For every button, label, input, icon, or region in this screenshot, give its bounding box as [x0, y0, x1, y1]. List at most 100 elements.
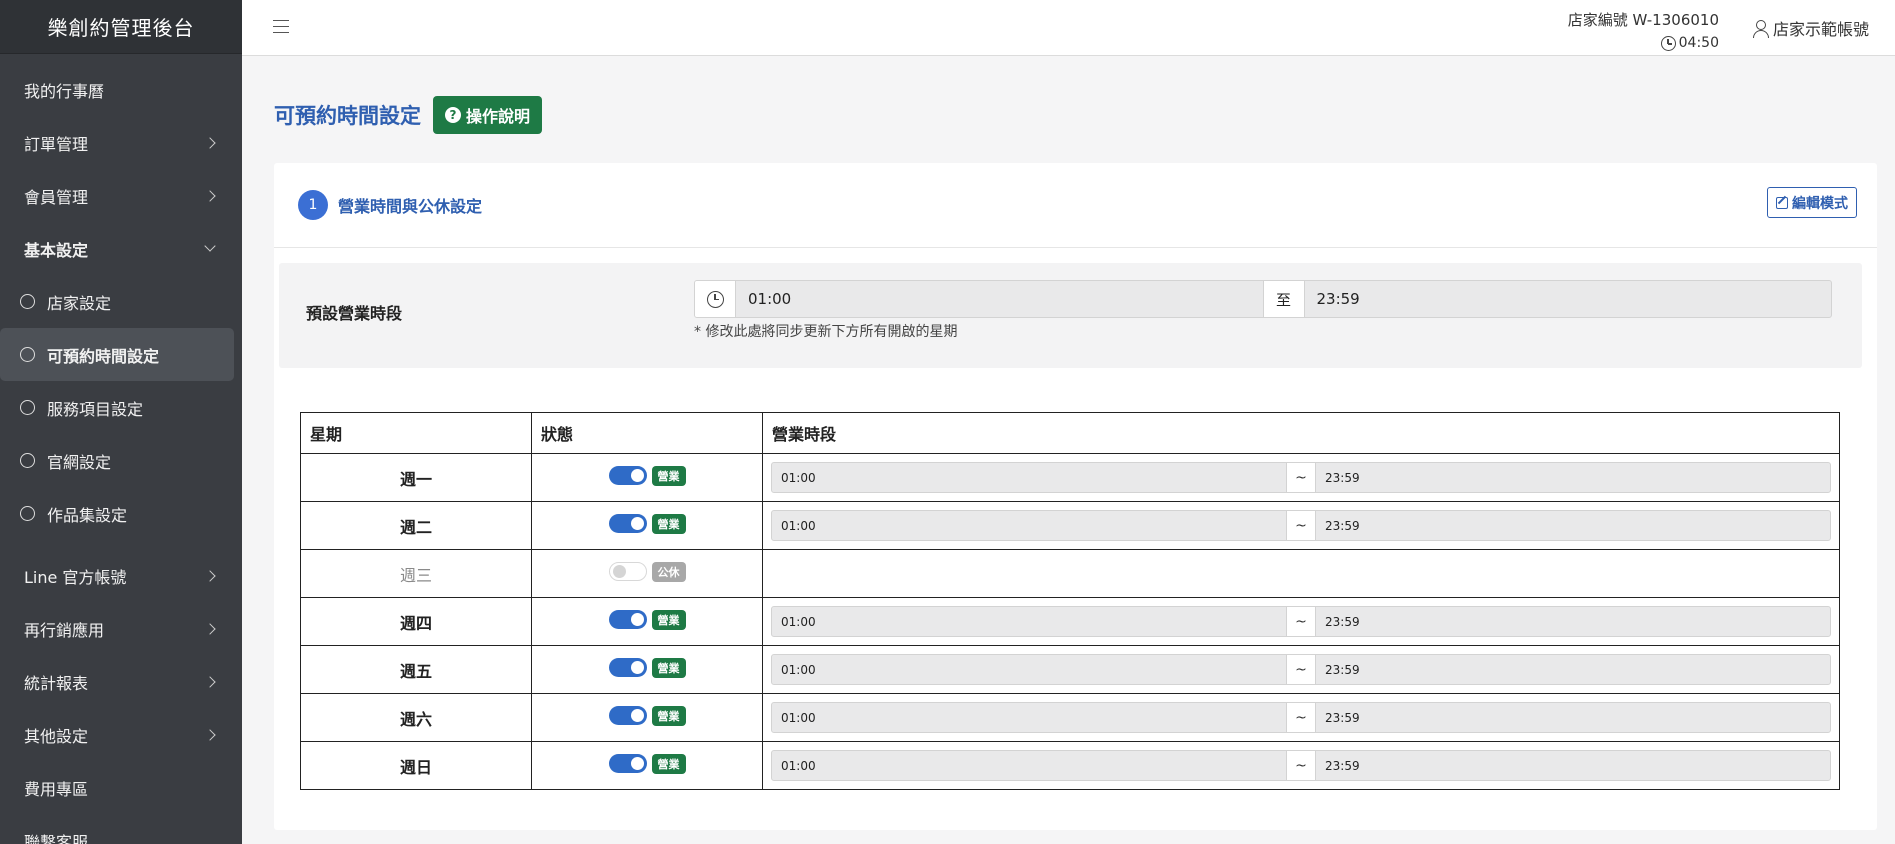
status-group: 營業 — [608, 657, 686, 678]
sidebar-subitem-portfolio[interactable]: 作品集設定 — [0, 487, 234, 540]
start-time-field[interactable]: 01:00 — [772, 511, 1286, 540]
table-row: 週六 營業 01:00 ~23:59 — [300, 693, 1840, 742]
sidebar-subitem-store[interactable]: 店家設定 — [0, 275, 234, 328]
sidebar-item-remarketing[interactable]: 再行銷應用 — [0, 602, 242, 655]
business-hours-card: 1 營業時間與公休設定 編輯模式 預設營業時段 01:00 至 23:59 * … — [274, 163, 1877, 830]
column-header-hours: 營業時段 — [762, 412, 1840, 454]
open-toggle-switch[interactable] — [608, 754, 647, 774]
account-menu[interactable]: 店家示範帳號 — [1752, 16, 1869, 40]
status-cell: 營業 — [531, 453, 763, 502]
sidebar-subitem-website[interactable]: 官網設定 — [0, 434, 234, 487]
default-hours-input-group: 01:00 至 23:59 — [694, 280, 1832, 318]
open-toggle-switch[interactable] — [608, 466, 647, 486]
step-number: 1 — [298, 190, 328, 220]
range-separator: ~ — [1286, 751, 1316, 780]
end-time-field[interactable]: 23:59 — [1316, 703, 1830, 732]
start-time-field[interactable]: 01:00 — [772, 463, 1286, 492]
hours-input-group: 01:00 ~23:59 — [771, 654, 1831, 685]
hours-cell: 01:00 ~23:59 — [762, 693, 1840, 742]
clock-icon — [706, 290, 724, 308]
weekday-name: 週日 — [300, 741, 532, 790]
help-button-label: 操作說明 — [466, 107, 531, 126]
sidebar-item-label: 費用專區 — [24, 779, 89, 799]
default-hours-label: 預設營業時段 — [306, 304, 403, 323]
clock-icon — [1660, 36, 1676, 51]
hours-cell: 01:00 ~23:59 — [762, 645, 1840, 694]
circle-icon — [20, 347, 35, 362]
hours-cell: 01:00 ~23:59 — [762, 501, 1840, 550]
range-separator: ~ — [1286, 511, 1316, 540]
start-time-field[interactable]: 01:00 — [772, 655, 1286, 684]
sidebar-item-label: 會員管理 — [24, 187, 89, 207]
app-title: 樂創約管理後台 — [0, 0, 242, 54]
hours-input-group: 01:00 ~23:59 — [771, 510, 1831, 541]
open-toggle-switch[interactable] — [608, 706, 647, 726]
status-badge: 營業 — [651, 609, 686, 630]
end-time-field[interactable]: 23:59 — [1316, 463, 1830, 492]
sidebar-item-label: 再行銷應用 — [24, 620, 105, 640]
hours-cell — [762, 549, 1840, 598]
status-group: 營業 — [608, 753, 686, 774]
hamburger-menu-icon[interactable] — [273, 20, 289, 33]
status-cell: 營業 — [531, 597, 763, 646]
sidebar-subitem-label: 店家設定 — [47, 293, 112, 313]
session-time: 04:50 — [1568, 32, 1719, 55]
status-cell: 公休 — [531, 549, 763, 598]
end-time-field[interactable]: 23:59 — [1316, 607, 1830, 636]
circle-icon — [20, 400, 35, 415]
sidebar-item-label: 其他設定 — [24, 726, 89, 746]
sidebar-item-reports[interactable]: 統計報表 — [0, 655, 242, 708]
sidebar-subitem-label: 服務項目設定 — [47, 399, 144, 419]
open-toggle-switch[interactable] — [608, 658, 647, 678]
help-button[interactable]: ? 操作說明 — [433, 96, 543, 134]
range-separator: ~ — [1286, 607, 1316, 636]
range-separator: ~ — [1286, 463, 1316, 492]
edit-mode-label: 編輯模式 — [1792, 195, 1848, 212]
column-header-status: 狀態 — [531, 412, 763, 454]
sidebar-item-support[interactable]: 聯繫客服 — [0, 814, 242, 844]
status-group: 營業 — [608, 465, 686, 486]
sidebar-subitem-label: 可預約時間設定 — [47, 346, 160, 366]
circle-icon — [20, 453, 35, 468]
status-group: 營業 — [608, 705, 686, 726]
open-toggle-switch[interactable] — [608, 514, 647, 534]
chevron-right-icon — [204, 136, 216, 149]
end-time-field[interactable]: 23:59 — [1316, 751, 1830, 780]
sidebar-item-label: 聯繫客服 — [24, 832, 89, 844]
sidebar-item-orders[interactable]: 訂單管理 — [0, 116, 242, 169]
sidebar-subitem-label: 官網設定 — [47, 452, 112, 472]
weekday-name: 週二 — [300, 501, 532, 550]
sidebar-subitem-availability[interactable]: 可預約時間設定 — [0, 328, 234, 381]
status-badge: 營業 — [651, 513, 686, 534]
sidebar-item-label: 統計報表 — [24, 673, 89, 693]
start-time-field[interactable]: 01:00 — [772, 751, 1286, 780]
section-title: 營業時間與公休設定 — [338, 197, 483, 216]
sidebar-item-members[interactable]: 會員管理 — [0, 169, 242, 222]
sidebar-item-billing[interactable]: 費用專區 — [0, 761, 242, 814]
table-header-row: 星期 狀態 營業時段 — [300, 412, 1840, 454]
open-toggle-switch[interactable] — [608, 562, 647, 582]
status-badge: 營業 — [651, 657, 686, 678]
end-time-field[interactable]: 23:59 — [1316, 511, 1830, 540]
hours-cell: 01:00 ~23:59 — [762, 453, 1840, 502]
sidebar-item-other-settings[interactable]: 其他設定 — [0, 708, 242, 761]
circle-icon — [20, 294, 35, 309]
sidebar-item-line[interactable]: Line 官方帳號 — [0, 549, 242, 602]
status-badge: 營業 — [651, 753, 686, 774]
default-end-time-field[interactable]: 23:59 — [1305, 281, 1832, 317]
start-time-field[interactable]: 01:00 — [772, 703, 1286, 732]
default-hours-hint: * 修改此處將同步更新下方所有開啟的星期 — [694, 324, 958, 340]
weekday-name: 週五 — [300, 645, 532, 694]
default-start-time-field[interactable]: 01:00 — [736, 281, 1263, 317]
hours-cell: 01:00 ~23:59 — [762, 741, 1840, 790]
end-time-field[interactable]: 23:59 — [1316, 655, 1830, 684]
weekly-hours-table: 星期 狀態 營業時段 週一 營業 01:00 ~23:59 週二 營業 01:00 ~23:5… — [300, 412, 1840, 790]
table-row: 週一 營業 01:00 ~23:59 — [300, 453, 1840, 502]
start-time-field[interactable]: 01:00 — [772, 607, 1286, 636]
sidebar-item-calendar[interactable]: 我的行事曆 — [0, 63, 242, 116]
sidebar-subitem-services[interactable]: 服務項目設定 — [0, 381, 234, 434]
open-toggle-switch[interactable] — [608, 610, 647, 630]
edit-mode-button[interactable]: 編輯模式 — [1767, 187, 1857, 218]
chevron-right-icon — [204, 728, 216, 741]
sidebar-item-basic-settings[interactable]: 基本設定 — [0, 222, 242, 275]
